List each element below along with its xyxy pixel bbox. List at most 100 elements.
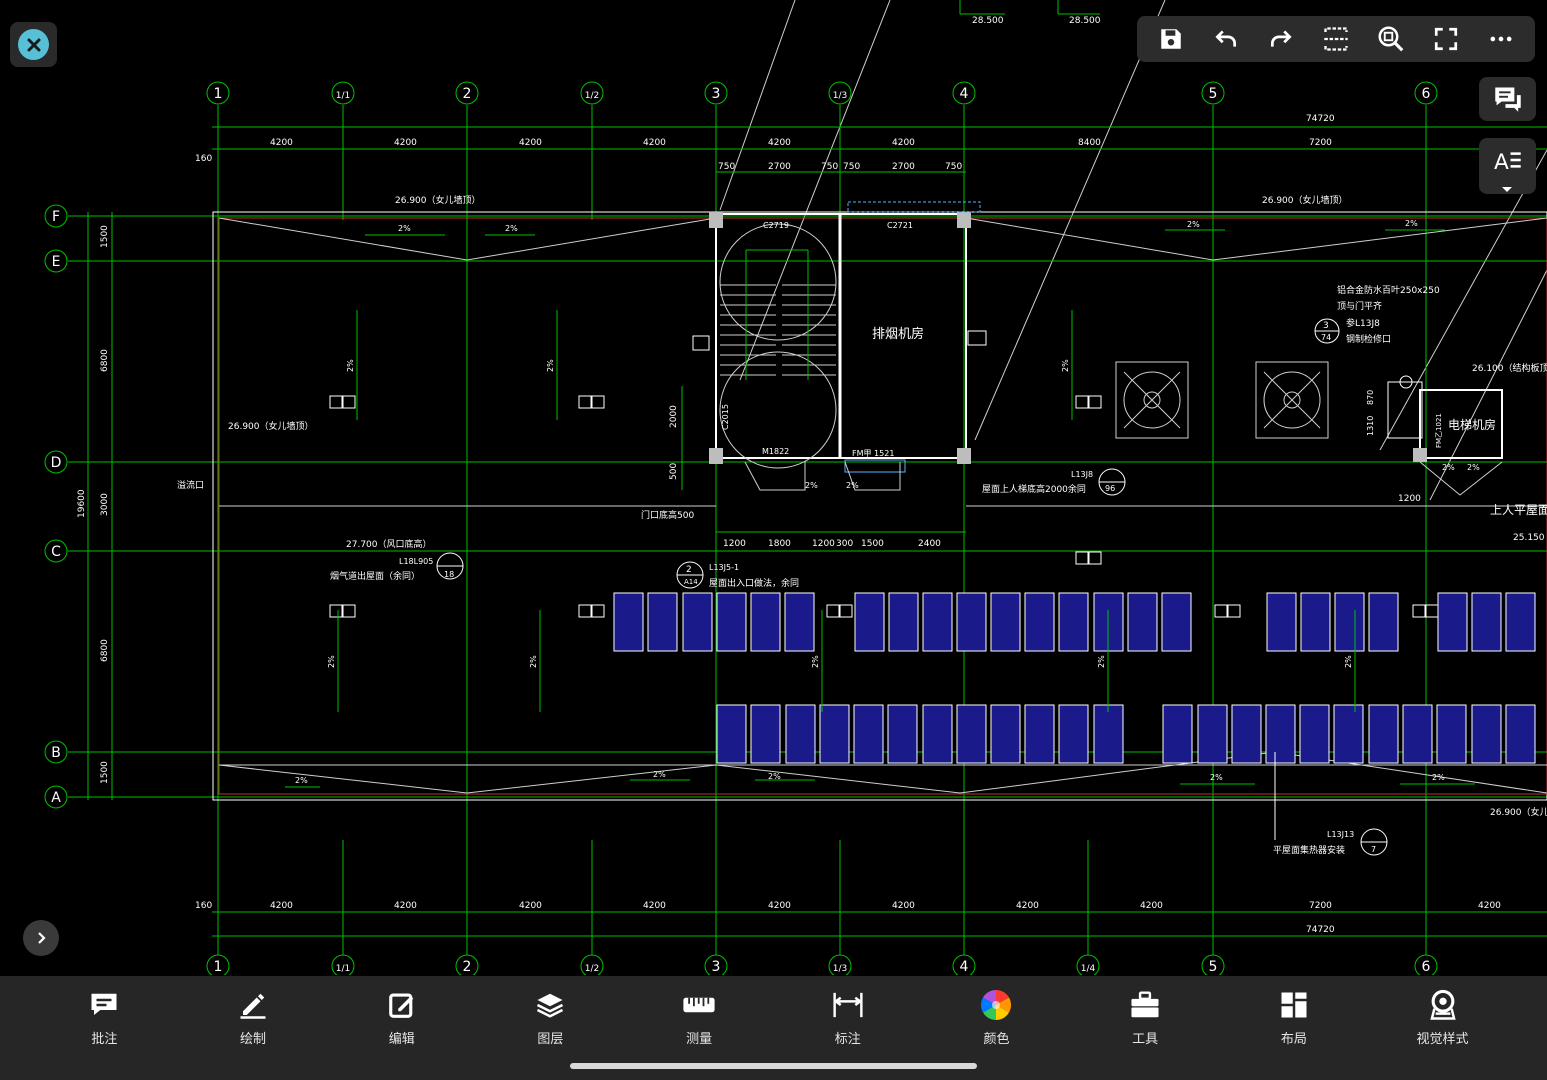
solar-panel <box>613 592 644 652</box>
solar-panel <box>887 704 918 764</box>
svg-text:屋面上人梯底高2000余同: 屋面上人梯底高2000余同 <box>982 483 1086 495</box>
dim: 1500 <box>861 539 884 549</box>
svg-text:门口底高500: 门口底高500 <box>641 509 694 521</box>
visual-style-tab[interactable]: 视觉样式 <box>1398 988 1488 1047</box>
dim: 4200 <box>643 901 666 911</box>
dimension-tab[interactable]: 标注 <box>803 988 893 1047</box>
solar-panel <box>1505 592 1536 652</box>
layers-tab[interactable]: 图层 <box>505 988 595 1047</box>
close-button[interactable] <box>10 22 57 67</box>
door-label: M1822 <box>762 447 789 456</box>
dim: 1200 <box>1398 494 1421 504</box>
grid-bubble-label: 5 <box>1209 959 1218 975</box>
solar-panel <box>1266 592 1297 652</box>
edit-tab[interactable]: 编辑 <box>357 988 447 1047</box>
svg-text:2%: 2% <box>811 655 820 668</box>
more-button[interactable] <box>1481 19 1521 59</box>
visual-style-icon <box>1426 988 1460 1022</box>
color-tab[interactable]: 颜色 <box>951 988 1041 1047</box>
visual-style-label: 视觉样式 <box>1416 1032 1469 1047</box>
left-dimensions: 1500 6800 3000 6800 1500 19600 <box>77 212 113 800</box>
slope-labels: 2% 2% 2% 2% 2% 2% 2% 2% 2% 2% 2% 2% 2% 2… <box>295 219 1480 785</box>
redo-icon <box>1270 30 1292 47</box>
redo-button[interactable] <box>1261 19 1301 59</box>
save-button[interactable] <box>1151 19 1191 59</box>
dim: 4200 <box>1140 901 1163 911</box>
grid-bubble-label: A <box>51 790 61 806</box>
layout-label: 布局 <box>1280 1032 1307 1047</box>
grid-bubble-label: 4 <box>960 959 969 975</box>
svg-text:2%: 2% <box>505 224 518 233</box>
solar-panel <box>819 704 850 764</box>
svg-text:2%: 2% <box>805 481 818 490</box>
solar-panel <box>1368 592 1399 652</box>
elevator-room: 电梯机房 FM乙1021 铝合金防水百叶250x250 顶与门平齐 3 74 参… <box>1314 284 1547 543</box>
dim: 4200 <box>892 901 915 911</box>
svg-text:2%: 2% <box>846 481 859 490</box>
room-label-elevator: 电梯机房 <box>1448 417 1496 432</box>
svg-text:屋面出入口做法，余同: 屋面出入口做法，余同 <box>709 577 799 589</box>
solar-panel <box>1162 704 1193 764</box>
svg-text:96: 96 <box>1105 484 1115 493</box>
detail-sheet: 74 <box>1321 333 1331 342</box>
note: 铝合金防水百叶250x250 <box>1337 284 1440 296</box>
svg-text:26.900（女儿墙顶）: 26.900（女儿墙顶） <box>1262 194 1348 206</box>
grid-bubble-label: 1 <box>214 86 223 102</box>
solar-panel <box>647 592 678 652</box>
dim: 1800 <box>768 539 791 549</box>
solar-panel <box>1471 704 1502 764</box>
svg-text:2%: 2% <box>327 655 336 668</box>
undo-icon <box>1215 30 1236 47</box>
expand-panel-button[interactable] <box>23 920 59 956</box>
dim-edge: 160 <box>195 901 212 911</box>
solar-panel <box>716 592 747 652</box>
grid-bubble-label: 2 <box>463 959 472 975</box>
grid-bubble-label: 3 <box>712 86 721 102</box>
dim: 4200 <box>892 138 915 148</box>
measure-tab[interactable]: 测量 <box>654 988 744 1047</box>
dim: 4200 <box>519 901 542 911</box>
dim: 4200 <box>519 138 542 148</box>
elev-label: 26.100（结构板顶） <box>1472 362 1547 374</box>
layout-icon <box>1277 988 1311 1022</box>
roof-label: 上人平屋面 <box>1490 503 1547 517</box>
comments-button[interactable] <box>1479 77 1536 121</box>
grid-bubble-label: 4 <box>960 86 969 102</box>
caret-down-icon <box>1502 187 1512 192</box>
dim: 4200 <box>768 138 791 148</box>
svg-text:2%: 2% <box>398 224 411 233</box>
layout-tab[interactable]: 布局 <box>1249 988 1339 1047</box>
dim: 4200 <box>643 138 666 148</box>
svg-text:2: 2 <box>686 565 692 575</box>
solar-panel <box>1093 704 1124 764</box>
svg-text:18: 18 <box>444 570 454 579</box>
dim: 4200 <box>768 901 791 911</box>
zoom-fit-button[interactable] <box>1371 19 1411 59</box>
note: 顶与门平齐 <box>1337 300 1382 312</box>
dim-total-left: 19600 <box>77 489 87 518</box>
grid-bubble-label: 5 <box>1209 86 1218 102</box>
solar-panel <box>1436 704 1467 764</box>
svg-text:2%: 2% <box>1442 463 1455 472</box>
solar-panel <box>1300 592 1331 652</box>
door-label: FM乙1021 <box>1435 413 1443 448</box>
text-style-button[interactable]: A <box>1479 138 1536 194</box>
draw-tab[interactable]: 绘制 <box>208 988 298 1047</box>
dim: 870 <box>1366 390 1375 405</box>
solar-panel <box>990 704 1021 764</box>
dim: 4200 <box>1016 901 1039 911</box>
tools-tab[interactable]: 工具 <box>1100 988 1190 1047</box>
dim: 1310 <box>1366 416 1375 436</box>
dim: 2000 <box>669 405 679 428</box>
cad-drawing-canvas[interactable]: 28.500 28.500 74720 160 4200 4200 4200 4… <box>0 0 1547 975</box>
chevron-right-icon <box>38 932 46 944</box>
undo-button[interactable] <box>1206 19 1246 59</box>
annotate-tab[interactable]: 批注 <box>59 988 149 1047</box>
elev-label: 25.150 <box>1513 533 1545 543</box>
solar-panel <box>1197 704 1228 764</box>
crop-button[interactable] <box>1316 19 1356 59</box>
fullscreen-button[interactable] <box>1426 19 1466 59</box>
svg-text:2%: 2% <box>1405 219 1418 228</box>
window-label: C2719 <box>763 221 789 230</box>
tools-label: 工具 <box>1132 1032 1159 1047</box>
